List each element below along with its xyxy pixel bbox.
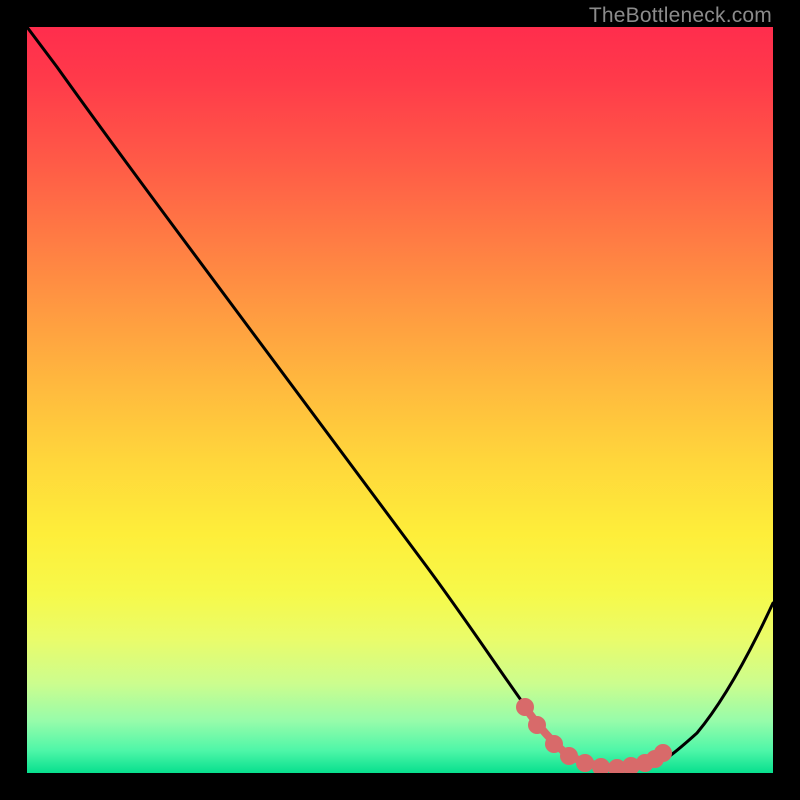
marker-strip xyxy=(520,702,668,773)
plot-area xyxy=(27,27,773,773)
main-curve xyxy=(27,27,773,768)
chart-svg xyxy=(27,27,773,773)
watermark-text: TheBottleneck.com xyxy=(589,4,772,28)
chart-frame: TheBottleneck.com xyxy=(0,0,800,800)
